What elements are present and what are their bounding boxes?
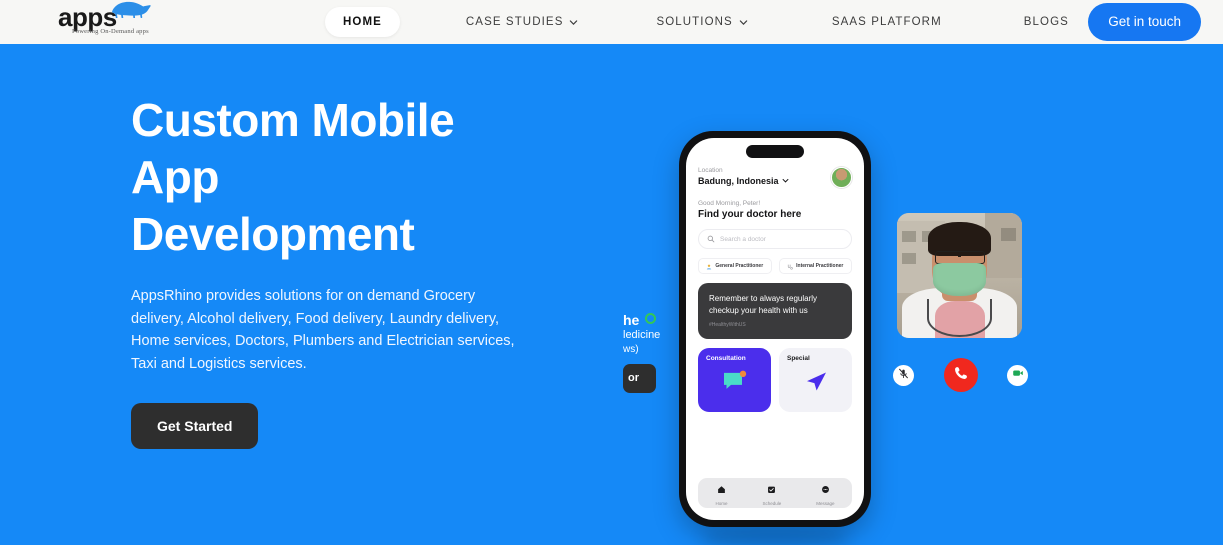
chip-internal-practitioner-label: Internal Practitioner xyxy=(796,263,844,269)
doctor-stethoscope xyxy=(927,299,992,337)
search-icon xyxy=(707,230,715,248)
doctor-face-mask xyxy=(933,263,986,296)
phone-icon xyxy=(953,365,969,386)
tile-special[interactable]: Special xyxy=(779,348,852,412)
tab-message-label: Message xyxy=(816,500,835,506)
phone-notch xyxy=(746,145,804,158)
phone-screen: Location Badung, Indonesia Good Morning,… xyxy=(686,138,864,520)
greeting-text: Good Morning, Peter! xyxy=(698,200,761,207)
nav-item-blogs-label: BLOGS xyxy=(1023,16,1069,28)
avatar[interactable] xyxy=(831,167,852,188)
location-block[interactable]: Location Badung, Indonesia xyxy=(698,167,789,186)
top-navigation-bar: apps Powering On-Demand apps HOME CASE S… xyxy=(0,0,1223,44)
logo-wordmark: apps xyxy=(58,2,117,32)
chip-internal-practitioner[interactable]: Internal Practitioner xyxy=(778,257,852,275)
tab-schedule-label: Schedule xyxy=(762,500,782,506)
nav-item-solutions-label: SOLUTIONS xyxy=(656,16,733,28)
hero-copy: Custom Mobile App Development AppsRhino … xyxy=(131,92,551,449)
tab-home[interactable]: Home xyxy=(715,481,728,506)
get-in-touch-button[interactable]: Get in touch xyxy=(1088,3,1201,41)
search-placeholder: Search a doctor xyxy=(720,235,766,243)
ghost-status-dot-icon xyxy=(645,313,656,324)
nav-item-home[interactable]: HOME xyxy=(325,7,400,37)
get-started-button[interactable]: Get Started xyxy=(131,403,259,449)
app-headline: Find your doctor here xyxy=(698,209,802,220)
background-window xyxy=(902,230,916,242)
site-logo[interactable]: apps Powering On-Demand apps xyxy=(28,0,158,42)
hero-description: AppsRhino provides solutions for on dema… xyxy=(131,288,515,372)
call-controls xyxy=(893,357,1028,393)
ghost-slide-line-1: he xyxy=(623,312,640,328)
banner-text: Remember to always regularly checkup you… xyxy=(709,294,818,315)
nav-item-solutions[interactable]: SOLUTIONS xyxy=(638,7,765,37)
bottom-tab-bar: Home Schedule Message xyxy=(698,478,852,508)
health-reminder-banner: Remember to always regularly checkup you… xyxy=(698,283,852,339)
nav-item-home-label: HOME xyxy=(343,16,382,28)
video-button[interactable] xyxy=(1007,364,1028,386)
search-input[interactable]: Search a doctor xyxy=(698,229,852,249)
page-title: Custom Mobile App Development xyxy=(131,92,551,263)
hero-section: Custom Mobile App Development AppsRhino … xyxy=(0,44,1223,545)
nav-menu: HOME CASE STUDIES SOLUTIONS SAAS PLATFOR… xyxy=(325,0,1087,44)
logo-tagline: Powering On-Demand apps xyxy=(72,28,149,35)
chevron-down-icon xyxy=(782,176,789,186)
tile-special-label: Special xyxy=(787,355,810,362)
nav-item-case-studies[interactable]: CASE STUDIES xyxy=(448,7,597,37)
chevron-down-icon xyxy=(569,18,578,27)
banner-hashtag: #HealthyWithUS xyxy=(709,322,746,328)
hero-title-line-1: Custom Mobile xyxy=(131,94,455,146)
chip-general-practitioner-label: General Practitioner xyxy=(715,263,764,269)
chip-general-practitioner[interactable]: General Practitioner xyxy=(698,258,772,274)
ghost-slide-button[interactable]: or xyxy=(623,364,656,393)
phone-mockup: Location Badung, Indonesia Good Morning,… xyxy=(679,131,871,527)
mute-button[interactable] xyxy=(893,364,914,386)
hero-title-line-2: App xyxy=(131,151,219,203)
tab-message[interactable]: Message xyxy=(816,481,835,506)
home-icon xyxy=(717,481,726,499)
calendar-icon xyxy=(767,481,776,499)
nav-item-case-studies-label: CASE STUDIES xyxy=(465,16,564,28)
location-label: Location xyxy=(698,167,723,174)
doctor-video-thumbnail xyxy=(897,213,1022,338)
location-value-text: Badung, Indonesia xyxy=(698,176,779,186)
background-window xyxy=(902,253,916,265)
nav-item-blogs[interactable]: BLOGS xyxy=(1006,7,1087,37)
end-call-button[interactable] xyxy=(943,358,978,392)
hero-title-line-3: Development xyxy=(131,208,415,260)
message-icon xyxy=(821,481,830,499)
tab-home-label: Home xyxy=(715,500,728,506)
phone-shadow xyxy=(700,531,850,545)
location-value: Badung, Indonesia xyxy=(698,176,789,186)
location-row: Location Badung, Indonesia xyxy=(698,167,852,188)
tile-consultation[interactable]: Consultation xyxy=(698,348,771,412)
paper-plane-icon xyxy=(804,371,828,398)
chat-bubble-icon xyxy=(722,370,748,399)
background-window xyxy=(1000,228,1016,241)
nav-item-saas-platform-label: SAAS PLATFORM xyxy=(831,16,942,28)
tab-schedule[interactable]: Schedule xyxy=(762,481,781,506)
chevron-down-icon xyxy=(739,18,748,27)
doctor-icon xyxy=(706,257,712,275)
category-chips: General Practitioner Internal Practition… xyxy=(698,258,852,274)
mic-off-icon xyxy=(898,366,909,384)
video-camera-icon xyxy=(1012,366,1024,384)
action-tiles: Consultation Special xyxy=(698,348,852,412)
stethoscope-icon xyxy=(787,257,793,275)
nav-item-saas-platform[interactable]: SAAS PLATFORM xyxy=(814,7,960,37)
ghost-slide-line-2: ledicine xyxy=(623,329,661,341)
tile-consultation-label: Consultation xyxy=(706,355,746,362)
ghost-slide-line-3: ws) xyxy=(623,344,639,355)
